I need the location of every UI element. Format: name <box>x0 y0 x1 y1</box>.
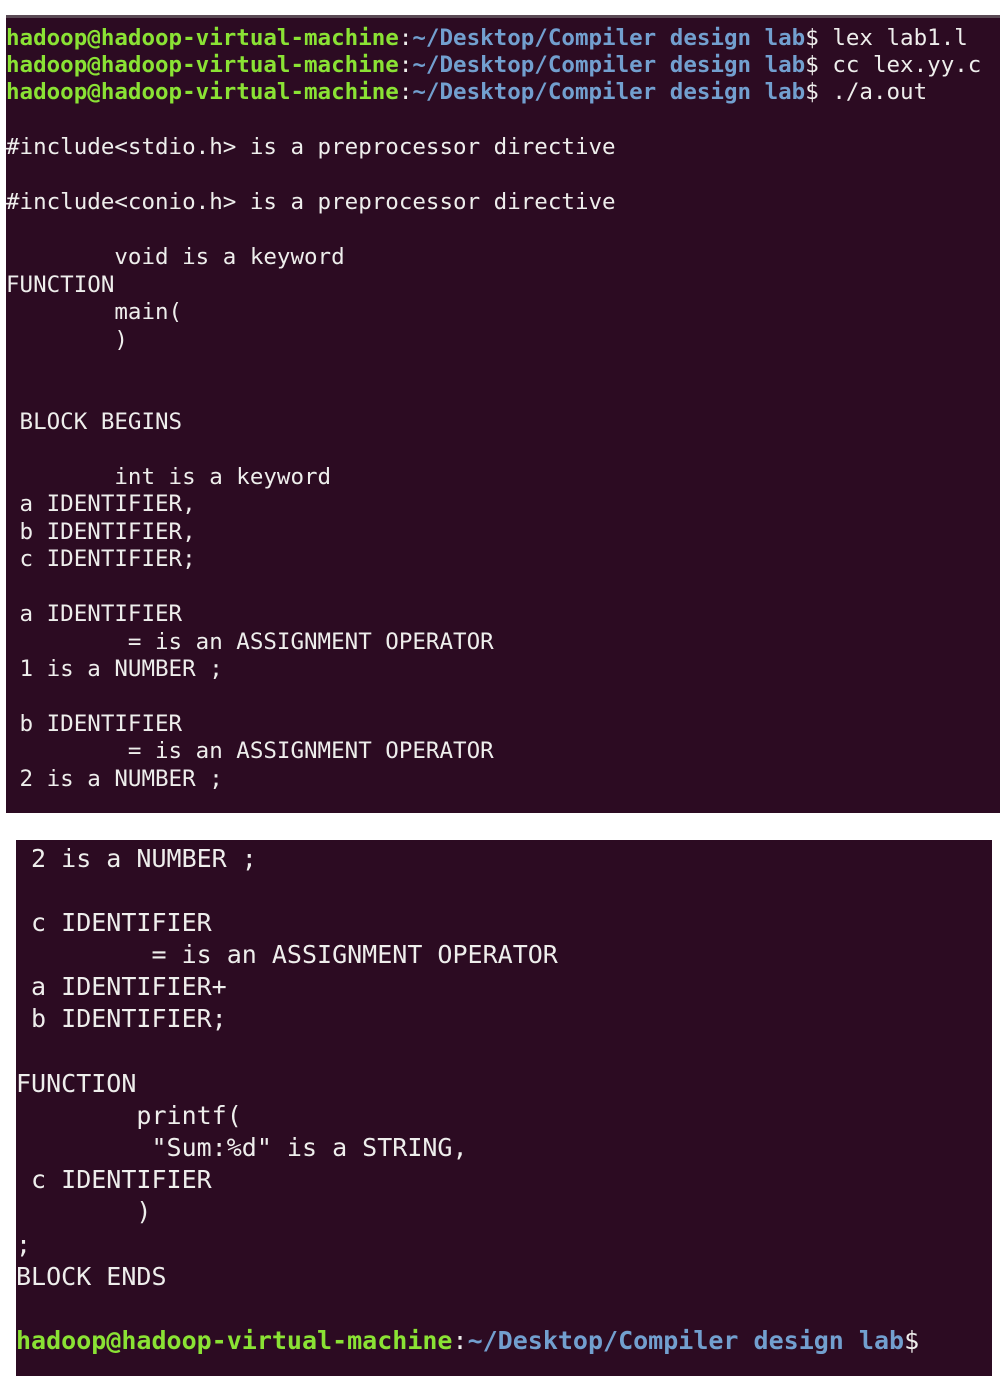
prompt-user-host: hadoop@hadoop-virtual-machine <box>6 79 399 105</box>
output-line: a IDENTIFIER+ <box>16 972 227 1001</box>
output-line: FUNCTION <box>6 272 115 298</box>
output-line: b IDENTIFIER, <box>6 519 196 545</box>
output-line: c IDENTIFIER <box>16 908 212 937</box>
command-text: ./a.out <box>818 79 928 105</box>
command-text: cc lex.yy.c <box>818 52 982 78</box>
prompt-path: ~/Desktop/Compiler design lab <box>467 1326 905 1355</box>
prompt-dollar: $ <box>904 1326 920 1355</box>
output-line: = is an ASSIGNMENT OPERATOR <box>6 738 494 764</box>
prompt-path: ~/Desktop/Compiler design lab <box>412 25 806 51</box>
output-line: printf( <box>16 1101 242 1130</box>
prompt-line-cc: hadoop@hadoop-virtual-machine:~/Desktop/… <box>6 52 981 79</box>
prompt-line-final[interactable]: hadoop@hadoop-virtual-machine:~/Desktop/… <box>16 1325 919 1357</box>
prompt-colon: : <box>398 25 413 51</box>
output-line: a IDENTIFIER, <box>6 491 196 517</box>
output-line: b IDENTIFIER; <box>16 1004 227 1033</box>
prompt-colon: : <box>398 79 413 105</box>
prompt-colon: : <box>398 52 413 78</box>
prompt-user-host: hadoop@hadoop-virtual-machine <box>6 52 399 78</box>
prompt-dollar: $ <box>805 52 819 78</box>
output-line: BLOCK ENDS <box>16 1262 167 1291</box>
prompt-line-lex: hadoop@hadoop-virtual-machine:~/Desktop/… <box>6 25 968 52</box>
output-line: = is an ASSIGNMENT OPERATOR <box>6 629 494 655</box>
prompt-path: ~/Desktop/Compiler design lab <box>412 52 806 78</box>
prompt-colon: : <box>452 1326 468 1355</box>
output-line: 2 is a NUMBER ; <box>6 766 223 792</box>
terminal-top-edge <box>6 15 1000 18</box>
output-line: int is a keyword <box>6 464 332 490</box>
prompt-dollar: $ <box>805 25 819 51</box>
output-line: BLOCK BEGINS <box>6 409 183 435</box>
command-text: lex lab1.l <box>818 25 968 51</box>
output-line: #include<conio.h> is a preprocessor dire… <box>6 189 616 215</box>
prompt-user-host: hadoop@hadoop-virtual-machine <box>6 25 399 51</box>
output-line: b IDENTIFIER <box>6 711 183 737</box>
output-line: 1 is a NUMBER ; <box>6 656 223 682</box>
prompt-user-host: hadoop@hadoop-virtual-machine <box>16 1326 453 1355</box>
output-line: #include<stdio.h> is a preprocessor dire… <box>6 134 616 160</box>
prompt-path: ~/Desktop/Compiler design lab <box>412 79 806 105</box>
output-line: ; <box>16 1230 32 1259</box>
output-line: ) <box>16 1197 152 1226</box>
output-line: a IDENTIFIER <box>6 601 183 627</box>
terminal-panel-bottom[interactable]: 2 is a NUMBER ; c IDENTIFIER = is an ASS… <box>16 840 992 1376</box>
prompt-line-run: hadoop@hadoop-virtual-machine:~/Desktop/… <box>6 79 927 106</box>
output-line: 2 is a NUMBER ; <box>16 844 257 873</box>
prompt-dollar: $ <box>805 79 819 105</box>
output-line: main( <box>6 299 183 325</box>
output-line: c IDENTIFIER <box>16 1165 212 1194</box>
output-line: void is a keyword <box>6 244 345 270</box>
output-line: = is an ASSIGNMENT OPERATOR <box>16 940 558 969</box>
output-line: FUNCTION <box>16 1069 137 1098</box>
output-line: ) <box>6 327 128 353</box>
terminal-panel-top[interactable]: hadoop@hadoop-virtual-machine:~/Desktop/… <box>6 15 1000 813</box>
output-line: "Sum:%d" is a STRING, <box>16 1133 468 1162</box>
output-line: c IDENTIFIER; <box>6 546 196 572</box>
